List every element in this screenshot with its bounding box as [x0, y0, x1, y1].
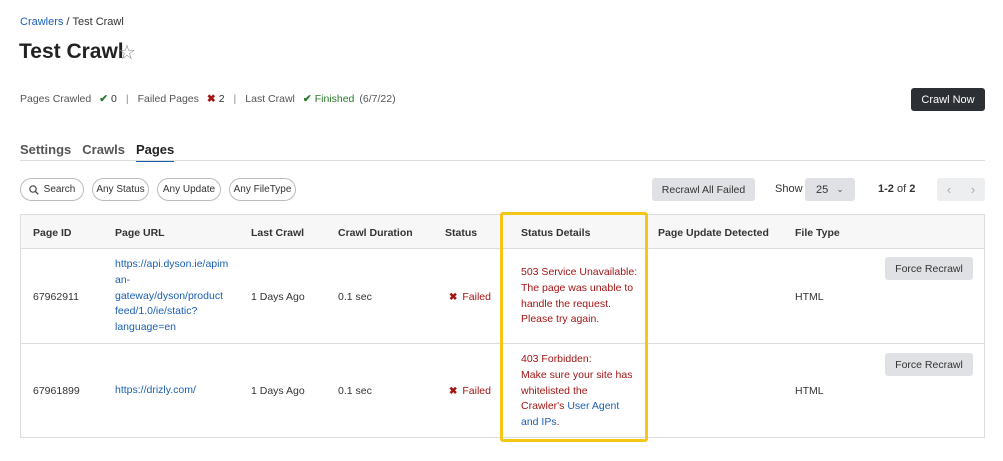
file-type: HTML	[795, 385, 824, 397]
tab-pages[interactable]: Pages	[135, 142, 175, 162]
pagination-of: of	[896, 183, 907, 195]
breadcrumb-crawlers-link[interactable]: Crawlers	[20, 16, 63, 28]
status-failed: ✖ Failed	[449, 385, 491, 397]
ips-link[interactable]: and IPs	[521, 416, 557, 428]
page-id: 67962911	[33, 291, 79, 303]
url-line: feed/1.0/ie/static?	[115, 305, 198, 318]
col-page-id: Page ID	[33, 227, 72, 239]
crawl-stats: Pages Crawled ✔ 0 | Failed Pages ✖ 2 | L…	[20, 93, 396, 105]
pages-crawled-label: Pages Crawled	[20, 93, 92, 105]
details-line: Please try again.	[521, 313, 600, 326]
tabs-divider	[20, 160, 985, 161]
page-url-link[interactable]: https://api.dyson.ie/apim an- gateway/dy…	[115, 257, 228, 336]
crawl-duration: 0.1 sec	[338, 385, 372, 397]
x-icon: ✖	[449, 385, 458, 397]
force-recrawl-button[interactable]: Force Recrawl	[885, 353, 973, 376]
breadcrumb-current: Test Crawl	[72, 16, 124, 28]
page-size-value: 25	[816, 183, 829, 196]
page-title: Test Crawl	[19, 40, 124, 63]
url-line: an-	[115, 273, 131, 286]
update-filter[interactable]: Any Update	[157, 178, 221, 201]
user-agent-link[interactable]: User Agent	[567, 400, 619, 412]
tabs: Settings Crawls Pages	[20, 142, 185, 162]
failed-pages-value: 2	[218, 93, 225, 105]
page-size-select[interactable]: 25 ⌄	[805, 178, 855, 201]
col-last-crawl: Last Crawl	[251, 227, 305, 239]
details-line: whitelisted the	[521, 384, 588, 397]
breadcrumb-separator: /	[66, 16, 70, 28]
stats-divider: |	[233, 93, 237, 105]
details-text: .	[556, 416, 560, 429]
details-line: Make sure your site has	[521, 368, 633, 381]
search-icon	[28, 184, 39, 195]
details-line: handle the request.	[521, 297, 611, 310]
crawl-now-button[interactable]: Crawl Now	[911, 88, 985, 111]
recrawl-all-failed-button[interactable]: Recrawl All Failed	[652, 178, 755, 201]
details-line: 403 Forbidden:	[521, 353, 592, 365]
x-icon: ✖	[206, 93, 216, 105]
status-label: Failed	[462, 291, 491, 303]
status-details: 503 Service Unavailable: The page was un…	[521, 265, 637, 328]
chevron-right-icon[interactable]: ›	[961, 178, 985, 201]
details-line: The page was unable to	[521, 281, 634, 294]
pagination-info: 1-2 of 2	[878, 183, 915, 195]
status-filter[interactable]: Any Status	[92, 178, 149, 201]
pagination-nav: ‹ ›	[937, 178, 985, 201]
page-url-link[interactable]: https://drizly.com/	[115, 383, 196, 399]
url-line: https://api.dyson.ie/apim	[115, 258, 229, 270]
col-status-details: Status Details	[521, 227, 591, 239]
tab-crawls[interactable]: Crawls	[82, 142, 125, 162]
status-failed: ✖ Failed	[449, 291, 491, 303]
tab-settings[interactable]: Settings	[20, 142, 71, 162]
details-line: and IPs.	[521, 415, 632, 431]
url-line: gateway/dyson/product	[115, 289, 223, 302]
pagination-total: 2	[909, 183, 916, 195]
failed-pages-label: Failed Pages	[137, 93, 199, 105]
last-crawl: 1 Days Ago	[251, 291, 305, 303]
x-icon: ✖	[449, 291, 458, 303]
search-label: Search	[43, 184, 76, 195]
col-page-url: Page URL	[115, 227, 165, 239]
crawl-duration: 0.1 sec	[338, 291, 372, 303]
details-line: Crawler's User Agent	[521, 399, 632, 415]
pages-table: Page ID Page URL Last Crawl Crawl Durati…	[20, 214, 985, 438]
filetype-filter[interactable]: Any FileType	[229, 178, 296, 201]
table-header: Page ID Page URL Last Crawl Crawl Durati…	[21, 215, 984, 249]
details-text: Crawler's	[521, 400, 568, 413]
search-button[interactable]: Search	[20, 178, 84, 201]
force-recrawl-button[interactable]: Force Recrawl	[885, 257, 973, 280]
col-status: Status	[445, 227, 478, 239]
col-crawl-duration: Crawl Duration	[338, 227, 413, 239]
last-crawl-status: Finished	[314, 93, 355, 105]
check-icon: ✔	[302, 93, 312, 105]
last-crawl: 1 Days Ago	[251, 385, 305, 397]
details-line: 503 Service Unavailable:	[521, 266, 638, 278]
pagination-range: 1-2	[878, 183, 894, 195]
col-page-update-detected: Page Update Detected	[658, 227, 769, 239]
file-type: HTML	[795, 291, 824, 303]
stats-divider: |	[125, 93, 129, 105]
page-id: 67961899	[33, 385, 80, 397]
status-label: Failed	[462, 385, 491, 397]
status-details: 403 Forbidden: Make sure your site has w…	[521, 352, 632, 431]
last-crawl-label: Last Crawl	[245, 93, 295, 105]
col-file-type: File Type	[795, 227, 840, 239]
chevron-down-icon: ⌄	[836, 184, 844, 194]
breadcrumb: Crawlers / Test Crawl	[20, 16, 124, 28]
chevron-left-icon[interactable]: ‹	[937, 178, 961, 201]
star-icon[interactable]: ☆	[118, 40, 136, 65]
show-label: Show	[775, 183, 803, 195]
last-crawl-date: (6/7/22)	[359, 93, 396, 105]
row-divider	[21, 343, 984, 344]
pages-crawled-value: 0	[111, 93, 117, 105]
check-icon: ✔	[99, 93, 109, 105]
url-line: language=en	[115, 321, 177, 334]
